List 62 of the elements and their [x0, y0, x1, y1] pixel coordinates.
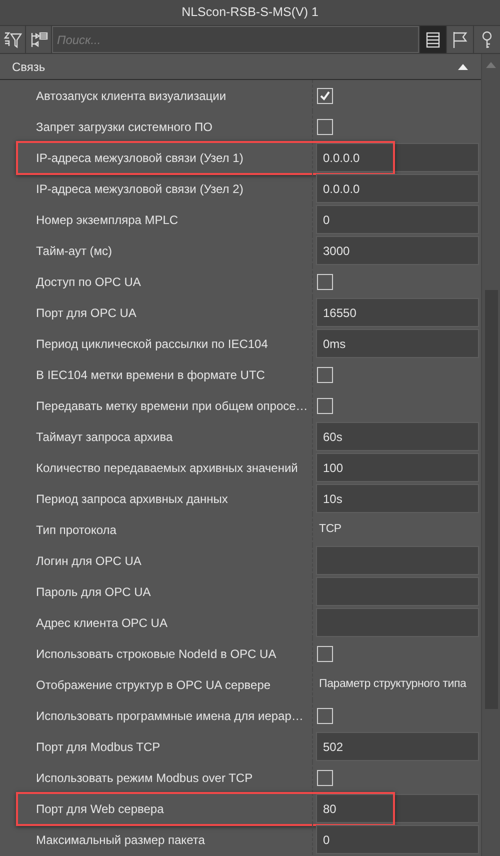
value-field[interactable] [316, 546, 479, 575]
tree-expand-icon [28, 30, 48, 50]
value-field[interactable] [316, 577, 479, 606]
value-field[interactable]: 0.0.0.0 [316, 174, 479, 203]
checkbox[interactable] [317, 398, 333, 414]
value-field[interactable]: 80 [316, 794, 479, 823]
value-field[interactable]: 100 [316, 453, 479, 482]
toolbar-button[interactable] [26, 26, 52, 53]
value-field[interactable]: 0ms [316, 329, 479, 358]
property-label: IP-адреса межузловой связи (Узел 1) [36, 150, 244, 166]
property-label: Порт для Web сервера [36, 800, 164, 818]
sort-filter-icon [2, 30, 22, 50]
property-label: Максимальный размер пакета [36, 832, 205, 848]
value-field[interactable]: 0.0.0.0 [316, 143, 479, 172]
property-label: Период циклической рассылки по IEC104 [36, 336, 268, 352]
property-label: Отображение структур в OPC UA сервере [36, 676, 271, 694]
scrollbar[interactable] [481, 54, 500, 856]
property-label: Запрет загрузки системного ПО [36, 118, 212, 136]
property-label: Использовать программные имена для иерар… [36, 708, 304, 724]
property-label: Период запроса архивных данных [36, 490, 228, 508]
property-label: Доступ по OPC UA [36, 274, 141, 290]
property-label: Адрес клиента OPC UA [36, 614, 168, 632]
property-label: Пароль для OPC UA [36, 584, 151, 600]
property-label: Тип протокола [36, 522, 116, 538]
property-label: Таймаут запроса архива [36, 428, 173, 446]
property-label: IP-адреса межузловой связи (Узел 2) [36, 180, 244, 198]
property-label: Тайм-аут (мс) [36, 242, 112, 260]
value-field[interactable]: 502 [316, 732, 479, 761]
property-label: Порт для Modbus TCP [36, 738, 160, 756]
property-label: Передавать метку времени при общем опросе… [36, 398, 308, 414]
checkbox[interactable] [317, 366, 333, 382]
checkbox[interactable] [317, 274, 333, 290]
checkbox[interactable] [317, 708, 333, 724]
property-label: Автозапуск клиента визуализации [36, 88, 226, 104]
property-label: Использовать строковые NodeId в OPC UA [36, 646, 276, 662]
property-label: Количество передаваемых архивных значений [36, 460, 298, 476]
checkbox[interactable] [317, 770, 333, 786]
checkbox[interactable] [317, 88, 333, 104]
checkbox[interactable] [317, 646, 333, 662]
toolbar-button[interactable] [446, 26, 473, 53]
toolbar-button[interactable] [0, 26, 26, 53]
value-field[interactable]: 60s [316, 422, 479, 451]
value-field[interactable]: 16550 [316, 298, 479, 327]
value-field[interactable]: 0 [316, 825, 479, 854]
property-label: Логин для OPC UA [36, 552, 142, 570]
section-title: Связь [12, 58, 46, 76]
property-label: Использовать режим Modbus over TCP [36, 770, 253, 786]
value-field[interactable]: 10s [316, 484, 479, 513]
value-field[interactable]: 3000 [316, 236, 479, 265]
value-field[interactable]: 0 [316, 205, 479, 234]
value-text: Параметр структурного типа [318, 676, 468, 692]
window-title: NLScon-RSB-S-MS(V) 1 [0, 0, 500, 26]
toolbar-button[interactable] [419, 26, 446, 53]
search-field[interactable]: Поиск... [52, 26, 419, 53]
property-label: Номер экземпляра MPLC [36, 212, 178, 228]
checkbox[interactable] [317, 118, 333, 134]
collapse-arrow-icon[interactable] [457, 62, 469, 70]
toolbar-button[interactable] [473, 26, 500, 53]
value-text: TCP [318, 522, 342, 537]
property-label: В IEC104 метки времени в формате UTC [36, 366, 265, 384]
value-field[interactable] [316, 608, 479, 637]
property-label: Порт для OPC UA [36, 304, 136, 322]
